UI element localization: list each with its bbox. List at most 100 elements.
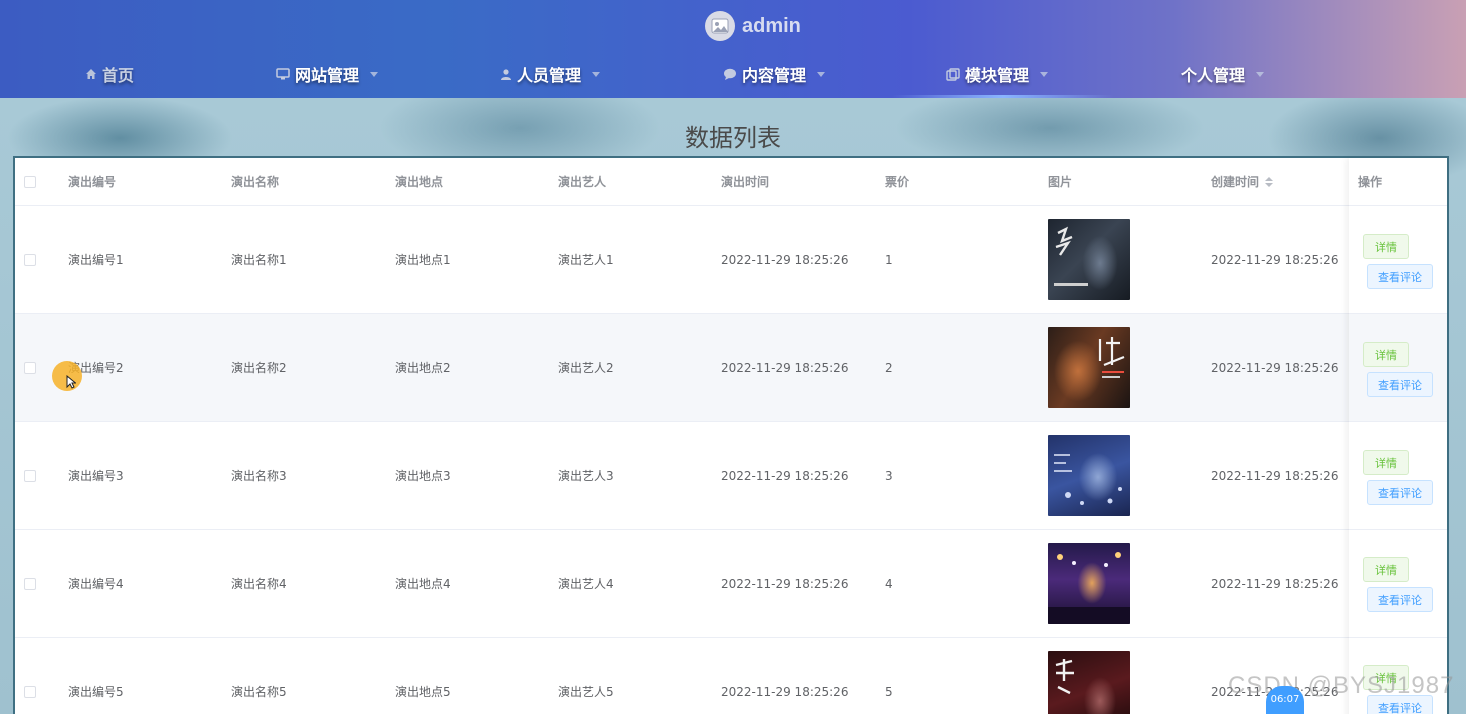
- cell-venue: 演出地点4: [395, 577, 451, 591]
- cell-name: 演出名称1: [231, 253, 287, 267]
- column-header-venue: 演出地点: [395, 175, 444, 189]
- main-nav: 首页 网站管理 人员管理 内容管理 模块管理 个人管理: [0, 56, 1466, 92]
- cell-image[interactable]: [1048, 422, 1130, 529]
- row-checkbox[interactable]: [24, 314, 36, 421]
- cell-created: 2022-11-29 18:25:26: [1211, 360, 1339, 375]
- user-icon: [501, 69, 511, 80]
- table-row: 演出编号1 演出名称1 演出地点1 演出艺人1 2022-11-29 18:25…: [15, 206, 1447, 314]
- nav-label-site-management: 网站管理: [295, 66, 360, 85]
- chevron-down-icon: [1256, 71, 1265, 77]
- performance-poster-image[interactable]: [1048, 435, 1130, 516]
- nav-personal-management[interactable]: 个人管理: [1181, 56, 1265, 92]
- nav-label-module-management: 模块管理: [965, 66, 1030, 85]
- column-header-name: 演出名称: [231, 175, 280, 189]
- cell-code: 演出编号1: [68, 253, 124, 267]
- chevron-down-icon: [1040, 71, 1049, 77]
- monitor-icon: [276, 68, 290, 80]
- brand[interactable]: admin: [705, 9, 801, 43]
- table-row: 演出编号2 演出名称2 演出地点2 演出艺人2 2022-11-29 18:25…: [15, 314, 1447, 422]
- watermark: CSDN @BYSJ1987: [1228, 672, 1455, 699]
- cell-venue: 演出地点3: [395, 469, 451, 483]
- row-checkbox[interactable]: [24, 422, 36, 529]
- detail-button[interactable]: 详情: [1363, 234, 1409, 259]
- column-header-time: 演出时间: [721, 175, 770, 189]
- nav-staff-management[interactable]: 人员管理: [500, 56, 601, 92]
- cell-image[interactable]: [1048, 314, 1130, 421]
- cell-price: 5: [885, 684, 893, 699]
- column-header-image: 图片: [1048, 175, 1073, 189]
- cell-artist: 演出艺人5: [558, 685, 614, 699]
- brand-name: admin: [742, 14, 801, 37]
- nav-home[interactable]: 首页: [85, 56, 134, 92]
- timestamp-badge: 06:07: [1266, 686, 1304, 714]
- nav-site-management[interactable]: 网站管理: [276, 56, 379, 92]
- cell-code: 演出编号4: [68, 577, 124, 591]
- select-all-checkbox[interactable]: [24, 158, 36, 205]
- cell-artist: 演出艺人2: [558, 361, 614, 375]
- column-header-actions: 操作: [1358, 175, 1383, 189]
- cell-artist: 演出艺人4: [558, 577, 614, 591]
- cell-price: 4: [885, 576, 893, 591]
- performance-poster-image[interactable]: [1048, 651, 1130, 714]
- cell-venue: 演出地点2: [395, 361, 451, 375]
- table-row: 演出编号3 演出名称3 演出地点3 演出艺人3 2022-11-29 18:25…: [15, 422, 1447, 530]
- nav-module-management[interactable]: 模块管理: [946, 56, 1049, 92]
- mouse-cursor-icon: [66, 375, 76, 389]
- cell-time: 2022-11-29 18:25:26: [721, 684, 849, 699]
- detail-button[interactable]: 详情: [1363, 450, 1409, 475]
- cell-time: 2022-11-29 18:25:26: [721, 468, 849, 483]
- cell-venue: 演出地点5: [395, 685, 451, 699]
- home-icon: [86, 69, 96, 79]
- table-header-row: 演出编号 演出名称 演出地点 演出艺人 演出时间 票价 图片 创建时间 操作: [15, 158, 1447, 206]
- nav-label-content-management: 内容管理: [742, 66, 807, 85]
- column-header-created-label: 创建时间: [1211, 175, 1260, 189]
- view-comments-button[interactable]: 查看评论: [1367, 480, 1433, 505]
- cell-time: 2022-11-29 18:25:26: [721, 576, 849, 591]
- cell-price: 1: [885, 252, 893, 267]
- table-row: 演出编号4 演出名称4 演出地点4 演出艺人4 2022-11-29 18:25…: [15, 530, 1447, 638]
- performance-poster-image[interactable]: [1048, 543, 1130, 624]
- cell-name: 演出名称4: [231, 577, 287, 591]
- nav-label-home: 首页: [102, 66, 135, 85]
- page-title: 数据列表: [685, 124, 781, 152]
- row-checkbox[interactable]: [24, 530, 36, 637]
- chevron-down-icon: [817, 71, 826, 77]
- performance-poster-image[interactable]: [1048, 327, 1130, 408]
- cell-venue: 演出地点1: [395, 253, 451, 267]
- cell-image[interactable]: [1048, 638, 1130, 714]
- cell-image[interactable]: [1048, 530, 1130, 637]
- cell-name: 演出名称5: [231, 685, 287, 699]
- message-icon: [724, 68, 736, 80]
- view-comments-button[interactable]: 查看评论: [1367, 587, 1433, 612]
- copy-icon: [946, 67, 960, 81]
- row-checkbox[interactable]: [24, 638, 36, 714]
- cell-code: 演出编号3: [68, 469, 124, 483]
- chevron-down-icon: [370, 71, 379, 77]
- nav-label-staff-management: 人员管理: [517, 66, 582, 85]
- performance-poster-image[interactable]: [1048, 219, 1130, 300]
- cell-artist: 演出艺人3: [558, 469, 614, 483]
- cell-time: 2022-11-29 18:25:26: [721, 360, 849, 375]
- nav-label-personal-management: 个人管理: [1181, 66, 1246, 85]
- column-header-created[interactable]: 创建时间: [1211, 158, 1274, 205]
- view-comments-button[interactable]: 查看评论: [1367, 264, 1433, 289]
- row-checkbox[interactable]: [24, 206, 36, 313]
- detail-button[interactable]: 详情: [1363, 557, 1409, 582]
- detail-button[interactable]: 详情: [1363, 342, 1409, 367]
- column-header-price: 票价: [885, 175, 910, 189]
- cell-name: 演出名称3: [231, 469, 287, 483]
- cell-price: 2: [885, 360, 893, 375]
- sort-icon[interactable]: [1265, 176, 1274, 187]
- column-header-code: 演出编号: [68, 175, 117, 189]
- data-table: 演出编号 演出名称 演出地点 演出艺人 演出时间 票价 图片 创建时间 操作 演…: [13, 156, 1449, 714]
- cell-price: 3: [885, 468, 893, 483]
- cell-created: 2022-11-29 18:25:26: [1211, 252, 1339, 267]
- cell-image[interactable]: [1048, 206, 1130, 313]
- cell-time: 2022-11-29 18:25:26: [721, 252, 849, 267]
- nav-content-management[interactable]: 内容管理: [723, 56, 826, 92]
- top-header: admin 首页 网站管理 人员管理 内容管理 模块管理 个人管理: [0, 0, 1466, 98]
- chevron-down-icon: [592, 71, 601, 77]
- view-comments-button[interactable]: 查看评论: [1367, 372, 1433, 397]
- cell-created: 2022-11-29 18:25:26: [1211, 468, 1339, 483]
- cell-artist: 演出艺人1: [558, 253, 614, 267]
